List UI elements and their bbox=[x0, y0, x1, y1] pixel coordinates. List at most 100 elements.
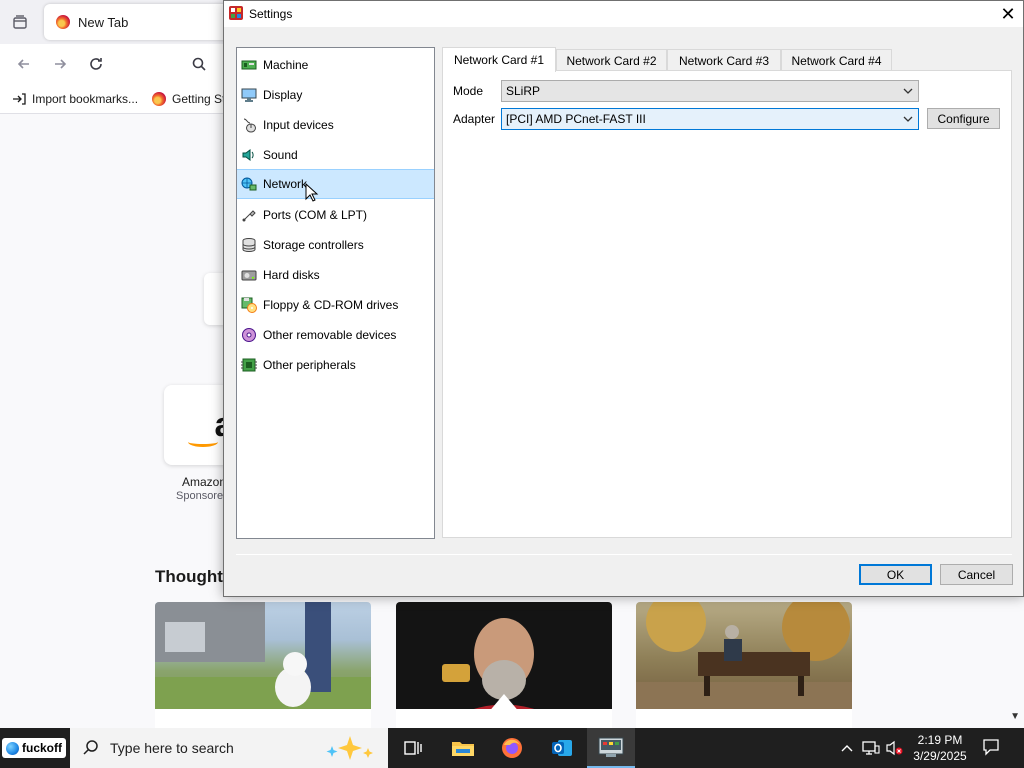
stories-section-title: Thought- bbox=[155, 567, 229, 586]
tab-network-card-1[interactable]: Network Card #1 bbox=[442, 47, 556, 72]
browser-tab-new-tab[interactable]: New Tab bbox=[44, 4, 234, 40]
tab-label: Network Card #2 bbox=[566, 53, 657, 68]
browser-tab-label: New Tab bbox=[78, 14, 129, 30]
outlook-icon[interactable] bbox=[538, 728, 586, 768]
mode-label: Mode bbox=[453, 84, 484, 98]
category-label: Other peripherals bbox=[263, 358, 356, 372]
mode-value: SLiRP bbox=[506, 84, 541, 98]
story-card-footer bbox=[155, 709, 371, 728]
removable-devices-icon bbox=[242, 328, 256, 342]
volume-muted-icon[interactable] bbox=[886, 739, 904, 757]
forward-arrow-icon[interactable] bbox=[48, 52, 72, 76]
configure-button[interactable]: Configure bbox=[927, 108, 1000, 129]
dialog-separator bbox=[236, 554, 1012, 555]
dialog-titlebar[interactable]: Settings ✕ bbox=[224, 1, 1023, 27]
category-input-devices[interactable]: Input devices bbox=[237, 110, 434, 140]
category-removable-devices[interactable]: Other removable devices bbox=[237, 320, 434, 350]
scroll-down-arrow-icon[interactable]: ▼ bbox=[1010, 711, 1020, 722]
storage-icon bbox=[242, 238, 256, 253]
tab-list-icon[interactable] bbox=[8, 10, 32, 34]
search-icon[interactable] bbox=[187, 52, 211, 76]
category-label: Storage controllers bbox=[263, 238, 364, 252]
peripherals-icon bbox=[241, 358, 257, 372]
bookmark-label: Import bookmarks... bbox=[32, 91, 139, 106]
sparkle-icon bbox=[326, 736, 373, 760]
close-icon[interactable]: ✕ bbox=[993, 1, 1023, 27]
category-floppy-cdrom[interactable]: Floppy & CD-ROM drives bbox=[237, 290, 434, 320]
windows-taskbar: fuckoff Type here to search 2:19 PM 3/29… bbox=[0, 728, 1024, 768]
firefox-icon bbox=[56, 15, 70, 29]
shortcut-sponsored-label: Sponsored bbox=[176, 490, 230, 502]
mouse-cursor-icon bbox=[305, 183, 319, 202]
taskbar-search-box[interactable]: Type here to search bbox=[70, 728, 388, 768]
emulator-taskbar-icon[interactable] bbox=[587, 728, 635, 768]
dialog-title: Settings bbox=[249, 7, 293, 21]
start-button[interactable]: fuckoff bbox=[2, 738, 66, 758]
category-hard-disks[interactable]: Hard disks bbox=[237, 260, 434, 290]
reload-icon[interactable] bbox=[84, 52, 108, 76]
category-network[interactable]: Network bbox=[237, 169, 434, 199]
category-storage-controllers[interactable]: Storage controllers bbox=[237, 230, 434, 260]
firefox-taskbar-icon[interactable] bbox=[488, 728, 536, 768]
start-label: fuckoff bbox=[22, 741, 62, 755]
tab-label: Network Card #1 bbox=[453, 53, 545, 67]
machine-icon bbox=[241, 60, 257, 70]
settings-dialog: Settings ✕ Machine Display Input devices… bbox=[223, 0, 1024, 597]
adapter-value: [PCI] AMD PCnet-FAST III bbox=[506, 112, 646, 126]
category-label: Floppy & CD-ROM drives bbox=[263, 298, 399, 312]
category-label: Input devices bbox=[263, 118, 334, 132]
chevron-up-icon[interactable] bbox=[838, 739, 856, 757]
adapter-dropdown[interactable]: [PCI] AMD PCnet-FAST III bbox=[501, 108, 919, 130]
chevron-down-icon bbox=[901, 84, 915, 98]
file-explorer-icon[interactable] bbox=[439, 728, 487, 768]
category-label: Other removable devices bbox=[263, 328, 397, 342]
category-label: Display bbox=[263, 88, 303, 102]
clock-time: 2:19 PM bbox=[917, 733, 963, 747]
category-display[interactable]: Display bbox=[237, 80, 434, 110]
bookmark-getting-started[interactable]: Getting St bbox=[152, 91, 225, 106]
category-sound[interactable]: Sound bbox=[237, 140, 434, 170]
mode-dropdown[interactable]: SLiRP bbox=[501, 80, 919, 102]
amazon-smile-icon bbox=[188, 437, 218, 447]
shortcut-label: Amazon bbox=[182, 475, 227, 489]
category-label: Machine bbox=[263, 58, 309, 72]
back-arrow-icon[interactable] bbox=[12, 52, 36, 76]
task-view-icon[interactable] bbox=[389, 728, 437, 768]
taskbar-clock[interactable]: 2:19 PM 3/29/2025 bbox=[908, 732, 972, 764]
chevron-down-icon bbox=[901, 112, 915, 126]
category-label: Network bbox=[263, 177, 308, 191]
category-other-peripherals[interactable]: Other peripherals bbox=[237, 350, 434, 380]
adapter-label: Adapter bbox=[453, 112, 496, 126]
category-label: Hard disks bbox=[263, 268, 320, 282]
story-card-footer bbox=[636, 709, 852, 728]
ports-icon bbox=[242, 210, 256, 222]
story-card-footer bbox=[396, 709, 612, 728]
category-machine[interactable]: Machine bbox=[237, 50, 434, 80]
network-card-panel bbox=[442, 70, 1012, 538]
tab-label: Network Card #3 bbox=[678, 53, 770, 68]
network-tray-icon[interactable] bbox=[862, 739, 880, 757]
display-icon bbox=[241, 88, 257, 102]
tab-network-card-3[interactable]: Network Card #3 bbox=[667, 49, 781, 71]
input-devices-icon bbox=[243, 118, 256, 133]
network-card-tabs: Network Card #1 Network Card #2 Network … bbox=[442, 47, 1012, 72]
tab-network-card-4[interactable]: Network Card #4 bbox=[781, 49, 892, 71]
sound-icon bbox=[242, 149, 254, 161]
search-placeholder: Type here to search bbox=[110, 740, 234, 756]
floppy-cdrom-icon bbox=[241, 297, 257, 313]
category-ports[interactable]: Ports (COM & LPT) bbox=[237, 200, 434, 230]
search-icon bbox=[83, 740, 98, 755]
category-label: Sound bbox=[263, 148, 298, 162]
settings-category-list: Machine Display Input devices Sound Netw… bbox=[236, 47, 435, 539]
network-icon bbox=[241, 177, 257, 191]
tab-network-card-2[interactable]: Network Card #2 bbox=[556, 49, 667, 71]
bookmark-import[interactable]: Import bookmarks... bbox=[12, 92, 138, 106]
notifications-icon[interactable] bbox=[982, 738, 1000, 756]
globe-icon bbox=[6, 741, 19, 755]
ok-button[interactable]: OK bbox=[859, 564, 932, 585]
tab-label: Network Card #4 bbox=[791, 53, 882, 68]
clock-date: 3/29/2025 bbox=[913, 749, 967, 763]
import-icon bbox=[13, 92, 26, 105]
hard-disk-icon bbox=[241, 270, 257, 281]
cancel-button[interactable]: Cancel bbox=[940, 564, 1013, 585]
